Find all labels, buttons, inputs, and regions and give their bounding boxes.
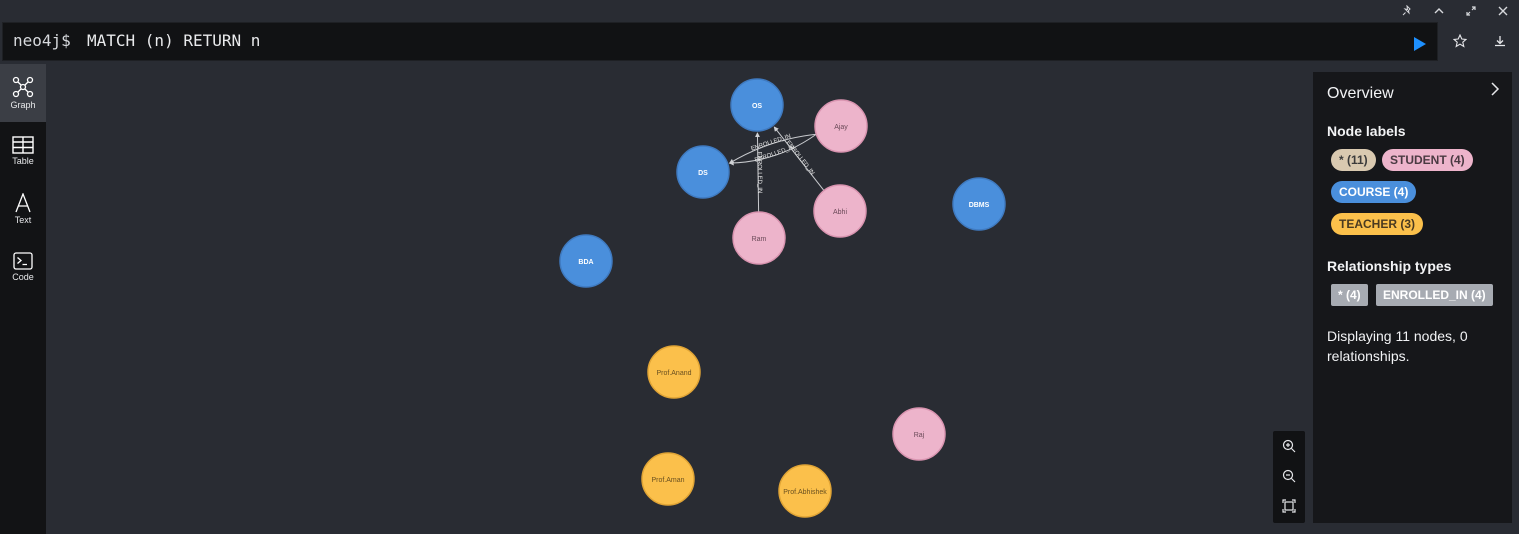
rel-tag-enrolled-in[interactable]: ENROLLED_IN (4) xyxy=(1376,284,1493,306)
query-input[interactable]: MATCH (n) RETURN n xyxy=(87,31,260,50)
node-labels-heading: Node labels xyxy=(1327,123,1406,139)
zoom-out-button[interactable] xyxy=(1273,461,1305,491)
favorite-button[interactable] xyxy=(1447,28,1473,54)
rel-tag-all[interactable]: * (4) xyxy=(1331,284,1368,306)
fit-to-screen-button[interactable] xyxy=(1273,491,1305,521)
text-icon xyxy=(15,193,31,213)
overview-title: Overview xyxy=(1327,85,1394,102)
table-icon xyxy=(12,136,34,154)
zoom-controls xyxy=(1273,431,1305,523)
node-label: Ajay xyxy=(834,124,848,131)
node-label: Raj xyxy=(914,432,925,439)
star-icon xyxy=(1453,34,1467,48)
sidebar-item-label: Graph xyxy=(10,100,36,110)
window-controls xyxy=(1391,2,1519,20)
sidebar-item-code[interactable]: Code xyxy=(0,238,46,296)
sidebar-item-graph[interactable]: Graph xyxy=(0,64,46,122)
node-label: Prof.Aman xyxy=(651,477,684,484)
run-button[interactable] xyxy=(1409,33,1431,55)
node-label: OS xyxy=(752,103,762,110)
node-label: Prof.Anand xyxy=(656,370,691,377)
fit-screen-icon xyxy=(1282,499,1296,513)
collapse-icon[interactable] xyxy=(1423,2,1455,20)
close-icon[interactable] xyxy=(1487,2,1519,20)
label-pill-teacher[interactable]: TEACHER (3) xyxy=(1331,213,1424,235)
node-label: DBMS xyxy=(969,202,990,209)
relationship-label: ENROLLED_IN xyxy=(785,140,815,177)
sidebar-item-label: Table xyxy=(12,156,34,166)
sidebar-item-table[interactable]: Table xyxy=(0,122,46,180)
collapse-overview-button[interactable] xyxy=(1486,80,1504,98)
zoom-in-button[interactable] xyxy=(1273,431,1305,461)
node-label: Prof.Abhishek xyxy=(783,489,827,496)
label-pill-student[interactable]: STUDENT (4) xyxy=(1382,149,1473,171)
chevron-right-icon xyxy=(1491,82,1500,96)
zoom-out-icon xyxy=(1282,469,1296,483)
node-label: Abhi xyxy=(833,209,847,216)
relationship-types-heading: Relationship types xyxy=(1327,258,1452,274)
graph-icon xyxy=(12,76,34,98)
sidebar-item-label: Code xyxy=(12,272,34,282)
zoom-in-icon xyxy=(1282,439,1296,453)
sidebar-item-label: Text xyxy=(14,215,32,225)
download-button[interactable] xyxy=(1487,28,1513,54)
label-pill-all[interactable]: * (11) xyxy=(1331,149,1376,171)
node-label: Ram xyxy=(752,236,767,243)
editor-prompt: neo4j$ xyxy=(13,31,71,50)
pin-icon[interactable] xyxy=(1391,2,1423,20)
code-icon xyxy=(13,252,33,270)
view-sidebar: Graph Table Text Code xyxy=(0,64,46,534)
sidebar-item-text[interactable]: Text xyxy=(0,180,46,238)
overview-panel: Overview Node labels * (11) STUDENT (4) … xyxy=(1313,72,1512,523)
relationship-label: ENROLLED_IN xyxy=(756,152,763,194)
node-label: BDA xyxy=(578,259,593,266)
fullscreen-icon[interactable] xyxy=(1455,2,1487,20)
label-pill-course[interactable]: COURSE (4) xyxy=(1331,181,1417,203)
play-icon xyxy=(1414,37,1426,51)
download-icon xyxy=(1495,36,1505,47)
node-label: DS xyxy=(698,170,708,177)
overview-description: Displaying 11 nodes, 0 relationships. xyxy=(1327,328,1468,364)
query-editor[interactable]: neo4j$ MATCH (n) RETURN n xyxy=(2,22,1438,61)
